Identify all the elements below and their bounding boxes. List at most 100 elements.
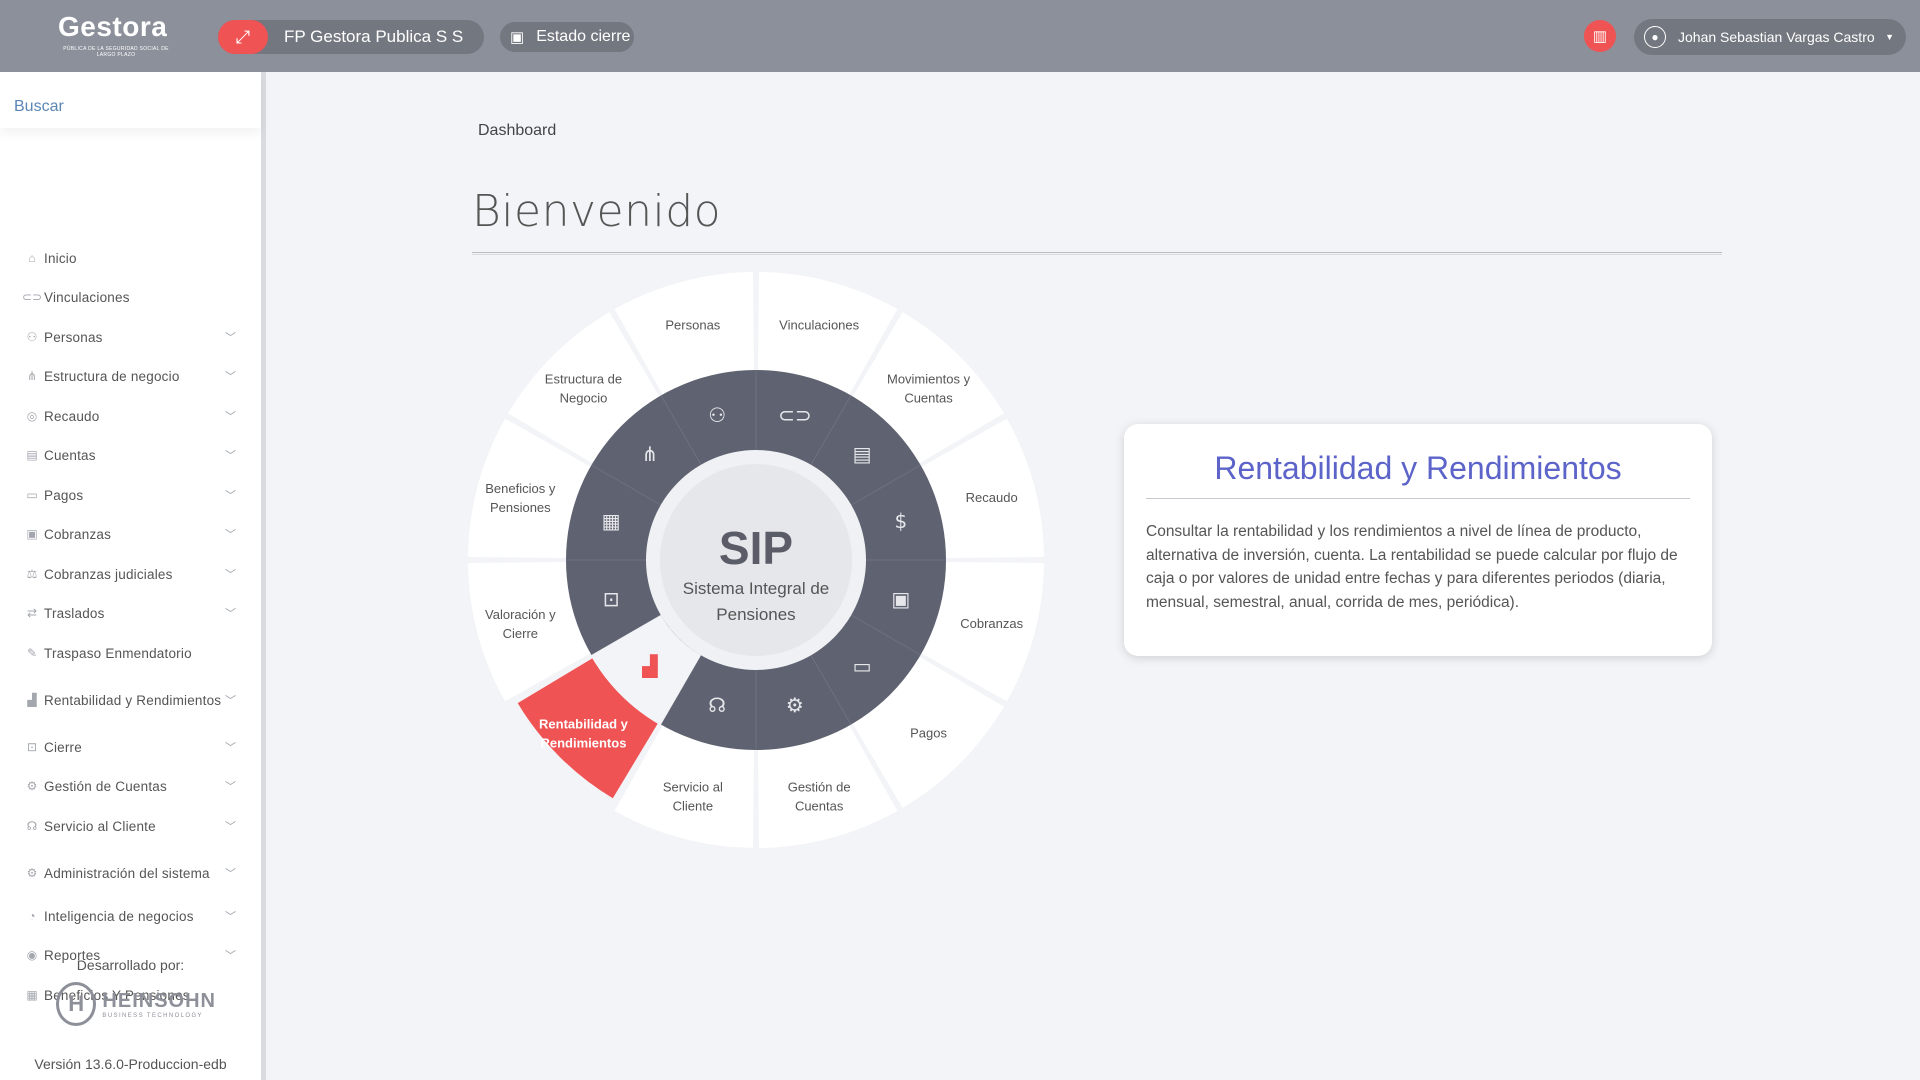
wheel-label-line1: Movimientos y	[887, 371, 971, 386]
wheel-label-line1: Valoración y	[485, 607, 556, 622]
sip-modules-wheel: ⊂⊃ Vinculaciones ▤ Movimientos y Cuentas $ Rec…	[468, 272, 1044, 848]
sidebar-item-label: Administración del sistema	[44, 865, 210, 881]
sidebar-item-label: Inteligencia de negocios	[44, 908, 194, 924]
user-icon: ●	[1644, 26, 1666, 48]
company-tagline: BUSINESS TECHNOLOGY	[102, 1012, 203, 1019]
sidebar-item[interactable]: ⊡ Cierre ﹀	[0, 737, 261, 757]
book-icon: ▥	[1592, 28, 1608, 45]
sidebar-item-label: Cobranzas	[44, 526, 112, 542]
chart-icon: ▟	[642, 654, 658, 678]
sidebar-item-label: Cierre	[44, 739, 82, 755]
sidebar-item[interactable]: ▭ Pagos ﹀	[0, 485, 261, 505]
sidebar-item[interactable]: ◎ Recaudo ﹀	[0, 406, 261, 426]
chevron-down-icon: ﹀	[225, 411, 236, 423]
sidebar: Buscar ⌂ Inicio ⊂⊃ Vinculaciones ⚇ Perso…	[0, 72, 266, 1080]
user-menu[interactable]: ● Johan Sebastian Vargas Castro ▼	[1634, 19, 1906, 55]
module-info-card: Rentabilidad y Rendimientos Consultar la…	[1124, 424, 1712, 656]
transfer-icon: ⇄	[26, 606, 38, 620]
sidebar-item-label: Cuentas	[44, 447, 96, 463]
chevron-down-icon: ﹀	[225, 695, 236, 707]
sidebar-item[interactable]: ✎ Traspaso Enmendatorio	[0, 643, 261, 663]
wheel-label: Personas	[665, 317, 720, 332]
sidebar-item[interactable]: ⊂⊃ Vinculaciones	[0, 287, 261, 307]
settings-icon: ⚙	[26, 866, 38, 880]
wheel-label: Recaudo	[966, 490, 1018, 505]
estado-cierre-button[interactable]: ▣ Estado cierre	[500, 22, 634, 52]
info-card-description: Consultar la rentabilidad y los rendimie…	[1146, 523, 1678, 611]
wheel-label: Cobranzas	[960, 616, 1023, 631]
manual-button[interactable]: ▥	[1584, 20, 1616, 52]
sidebar-item[interactable]: ▤ Cuentas ﹀	[0, 445, 261, 465]
chart-icon: ▟	[27, 693, 37, 707]
chevron-down-icon: ﹀	[225, 742, 236, 754]
coin-icon: $	[895, 509, 908, 533]
payment-icon: ▭	[853, 654, 872, 678]
chevron-down-icon: ﹀	[225, 608, 236, 620]
sidebar-item[interactable]: ⚙ Administración del sistema ﹀	[0, 855, 261, 891]
wheel-center-subtitle-2: Pensiones	[716, 605, 795, 624]
top-header: Gestora PÚBLICA DE LA SEGURIDAD SOCIAL D…	[0, 0, 1920, 72]
search-input[interactable]: Buscar	[0, 72, 261, 128]
sidebar-item-label: Inicio	[44, 250, 77, 266]
chevron-down-icon: ﹀	[225, 450, 236, 462]
sidebar-item-label: Cobranzas judiciales	[44, 566, 173, 582]
user-gear-icon: ⚙	[786, 693, 804, 717]
lock-icon: ⊡	[26, 740, 38, 754]
logo-subtitle: PÚBLICA DE LA SEGURIDAD SOCIAL DE LARGO …	[63, 46, 169, 58]
benefits-icon: ▦	[26, 988, 38, 1002]
headset-icon: ☊	[26, 819, 38, 833]
sidebar-item-label: Servicio al Cliente	[44, 818, 156, 834]
payment-icon: ▭	[26, 488, 38, 502]
company-name: HEINSOHN	[102, 989, 216, 1012]
dashboard-icon: ◔	[28, 909, 36, 923]
swap-arrows-icon: ⤢	[218, 20, 268, 54]
entity-selector[interactable]: ⤢ FP Gestora Publica S S	[218, 20, 484, 54]
people-icon: ⚇	[708, 403, 726, 427]
chevron-down-icon: ﹀	[225, 490, 236, 502]
wheel-label-line1: Gestión de	[788, 780, 851, 795]
chevron-down-icon: ﹀	[225, 529, 236, 541]
heinsohn-logo: H HEINSOHN BUSINESS TECHNOLOGY	[56, 980, 216, 1028]
coin-icon: ◎	[26, 409, 38, 423]
chevron-down-icon: ﹀	[225, 868, 236, 880]
link-icon: ⊂⊃	[22, 290, 43, 304]
wheel-label-line2: Cierre	[503, 626, 538, 641]
chevron-down-icon: ﹀	[225, 911, 236, 923]
sidebar-item-label: Vinculaciones	[44, 289, 130, 305]
sidebar-item[interactable]: ⇄ Traslados ﹀	[0, 603, 261, 623]
breadcrumb[interactable]: Dashboard	[478, 122, 556, 140]
chevron-down-icon: ﹀	[225, 569, 236, 581]
sidebar-item-label: Recaudo	[44, 408, 100, 424]
estado-cierre-label: Estado cierre	[536, 28, 631, 45]
user-gear-icon: ⚙	[26, 779, 38, 793]
sidebar-item[interactable]: ⋔ Estructura de negocio ﹀	[0, 366, 261, 386]
gestora-logo[interactable]: Gestora PÚBLICA DE LA SEGURIDAD SOCIAL D…	[58, 12, 174, 62]
caret-down-icon: ▼	[1885, 32, 1894, 42]
chevron-down-icon: ﹀	[225, 371, 236, 383]
sidebar-item[interactable]: ⚖ Cobranzas judiciales ﹀	[0, 564, 261, 584]
sidebar-item[interactable]: ⚙ Gestión de Cuentas ﹀	[0, 776, 261, 796]
sidebar-item[interactable]: ⌂ Inicio	[0, 248, 261, 268]
sidebar-item[interactable]: ⚇ Personas ﹀	[0, 327, 261, 347]
hierarchy-icon: ⋔	[26, 369, 38, 383]
heinsohn-h-icon: H	[56, 982, 97, 1026]
link-icon: ⊂⊃	[778, 403, 812, 427]
sidebar-item[interactable]: ☊ Servicio al Cliente ﹀	[0, 816, 261, 836]
sidebar-item-label: Personas	[44, 329, 103, 345]
user-name: Johan Sebastian Vargas Castro	[1678, 29, 1875, 45]
sidebar-item-label: Gestión de Cuentas	[44, 778, 167, 794]
developed-by-label: Desarrollado por:	[76, 957, 185, 973]
page-title: Bienvenido	[472, 186, 722, 237]
sidebar-item[interactable]: ◔ Inteligencia de negocios ﹀	[0, 906, 261, 926]
sidebar-item[interactable]: ▣ Cobranzas ﹀	[0, 524, 261, 544]
wheel-label-line2: Cuentas	[795, 799, 844, 814]
sidebar-item[interactable]: ▟ Rentabilidad y Rendimientos ﹀	[0, 682, 261, 718]
wheel-label-line1: Servicio al	[663, 780, 723, 795]
wheel-label-line2: Pensiones	[490, 500, 551, 515]
briefcase-icon: ▣	[26, 527, 38, 541]
people-icon: ⚇	[26, 330, 38, 344]
headset-icon: ☊	[708, 693, 726, 717]
sidebar-item-label: Pagos	[44, 487, 84, 503]
chevron-down-icon: ﹀	[225, 332, 236, 344]
amend-icon: ✎	[26, 646, 38, 660]
